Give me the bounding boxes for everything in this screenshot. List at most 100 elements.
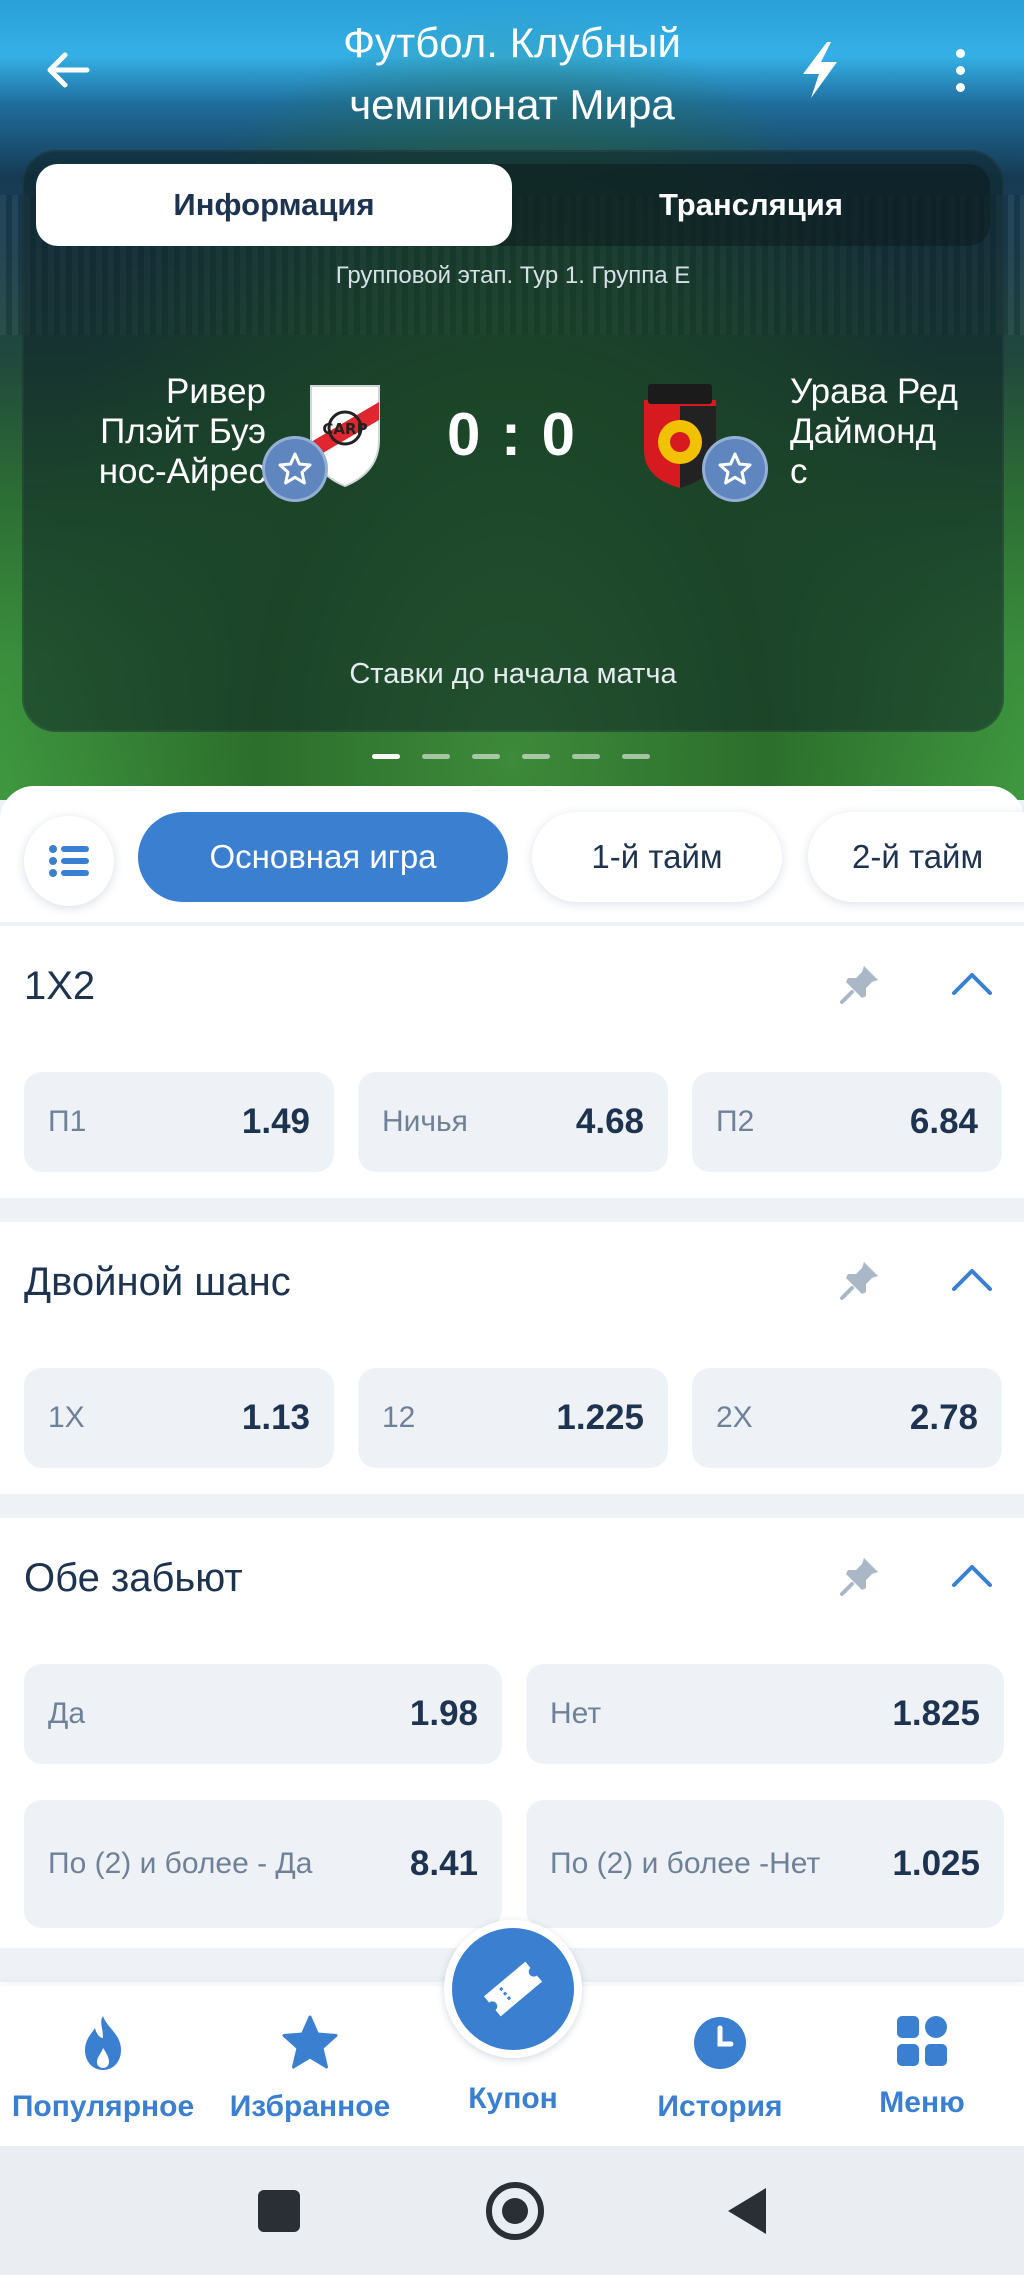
recent-apps-button[interactable] bbox=[258, 2190, 300, 2232]
pin-icon bbox=[840, 966, 878, 1004]
team-home-name-line: нос-Айрес bbox=[98, 452, 266, 491]
nav-coupon-label[interactable]: Купон bbox=[420, 2082, 606, 2116]
match-card: Информация Трансляция Групповой этап. Ту… bbox=[22, 150, 1004, 732]
chevron-up-icon bbox=[952, 1565, 992, 1587]
star-icon bbox=[282, 2015, 338, 2069]
odd-value: 1.825 bbox=[892, 1694, 980, 1733]
odd-value: 1.49 bbox=[241, 1102, 310, 1141]
favorite-away-button[interactable] bbox=[702, 436, 768, 502]
top-app-bar: Футбол. Клубный чемпионат Мира bbox=[0, 0, 1024, 140]
team-away-name: Урава Ред Даймонд с bbox=[790, 372, 1000, 492]
collapse-market-button[interactable] bbox=[944, 1548, 1000, 1604]
home-button[interactable] bbox=[486, 2182, 544, 2240]
home-dot-icon bbox=[502, 2198, 528, 2224]
market-title: Обе забьют bbox=[24, 1556, 243, 1600]
pager-dot[interactable] bbox=[622, 754, 650, 759]
ticket-icon bbox=[483, 1961, 543, 2017]
odd-button[interactable]: П2 6.84 bbox=[692, 1072, 1002, 1172]
market-double-chance: Двойной шанс 1X 1.13 12 1.225 2X 2.78 bbox=[0, 1222, 1024, 1494]
carousel-pager bbox=[372, 754, 650, 759]
pager-dot[interactable] bbox=[422, 754, 450, 759]
nav-menu-label: Меню bbox=[879, 2086, 965, 2119]
page-title-line-1: Футбол. Клубный bbox=[343, 19, 681, 66]
odd-label: Нет bbox=[550, 1697, 602, 1730]
match-header: Футбол. Клубный чемпионат Мира Информаци… bbox=[0, 0, 1024, 800]
chevron-up-icon bbox=[952, 973, 992, 995]
odd-label: П1 bbox=[48, 1105, 87, 1138]
star-icon bbox=[278, 452, 312, 485]
market-title: Двойной шанс bbox=[24, 1260, 291, 1304]
odd-label-line: Нет bbox=[769, 1847, 821, 1880]
more-options-button[interactable] bbox=[940, 40, 980, 100]
team-home-name: Ривер Плэйт Буэ нос-Айрес bbox=[46, 372, 266, 492]
odd-button[interactable]: 12 1.225 bbox=[358, 1368, 668, 1468]
market-filter-bar: Основная игра 1-й тайм 2-й тайм bbox=[0, 808, 1024, 912]
nav-menu[interactable]: Меню bbox=[820, 1986, 1024, 2146]
collapse-market-button[interactable] bbox=[944, 1252, 1000, 1308]
odd-label: Да bbox=[48, 1697, 86, 1730]
odd-button[interactable]: Да 1.98 bbox=[24, 1664, 502, 1764]
odd-label: По (2) и более - Да bbox=[48, 1847, 313, 1880]
filter-first-half[interactable]: 1-й тайм bbox=[532, 812, 782, 902]
nav-favorites[interactable]: Избранное bbox=[210, 1986, 410, 2146]
chevron-up-icon bbox=[952, 1269, 992, 1291]
odd-value: 1.025 bbox=[892, 1844, 980, 1883]
back-arrow-icon bbox=[47, 52, 90, 88]
grid-icon bbox=[897, 2016, 947, 2066]
match-status: Ставки до начала матча bbox=[349, 658, 677, 690]
tournament-stage: Групповой этап. Тур 1. Группа E bbox=[335, 262, 691, 289]
list-icon bbox=[49, 845, 89, 877]
odd-value: 1.98 bbox=[409, 1694, 478, 1733]
odd-button[interactable]: 1X 1.13 bbox=[24, 1368, 334, 1468]
pin-icon bbox=[840, 1558, 878, 1596]
odd-button[interactable]: 2X 2.78 bbox=[692, 1368, 1002, 1468]
pager-dot-active[interactable] bbox=[372, 754, 400, 759]
odd-label: П2 bbox=[716, 1105, 755, 1138]
filter-second-half[interactable]: 2-й тайм bbox=[808, 812, 1024, 902]
odd-button[interactable]: Ничья 4.68 bbox=[358, 1072, 668, 1172]
odd-label: 12 bbox=[382, 1401, 416, 1434]
pager-dot[interactable] bbox=[522, 754, 550, 759]
pin-market-button[interactable] bbox=[832, 1252, 888, 1308]
market-both-teams-score: Обе забьют Да 1.98 Нет 1.825 По (2) и бо… bbox=[0, 1518, 1024, 1948]
odd-button[interactable]: Нет 1.825 bbox=[526, 1664, 1004, 1764]
svg-text:CARP: CARP bbox=[322, 420, 367, 438]
team-away-name-line: Урава Ред bbox=[790, 372, 958, 411]
nav-coupon-button[interactable] bbox=[444, 1920, 582, 2058]
odd-value: 1.225 bbox=[556, 1398, 644, 1437]
market-title: 1X2 bbox=[24, 964, 96, 1008]
pin-market-button[interactable] bbox=[832, 956, 888, 1012]
team-away-name-line: Даймонд bbox=[790, 412, 936, 451]
collapse-market-button[interactable] bbox=[944, 956, 1000, 1012]
odd-button[interactable]: П1 1.49 bbox=[24, 1072, 334, 1172]
pin-icon bbox=[840, 1262, 878, 1300]
odd-value: 8.41 bbox=[409, 1844, 478, 1883]
pin-market-button[interactable] bbox=[832, 1548, 888, 1604]
flame-icon bbox=[85, 2016, 121, 2070]
team-away-name-line: с bbox=[790, 452, 808, 491]
team-home-name-line: Ривер bbox=[165, 372, 266, 411]
system-back-button[interactable] bbox=[728, 2188, 766, 2234]
info-tabs: Информация Трансляция bbox=[36, 164, 990, 246]
tab-information[interactable]: Информация bbox=[36, 164, 512, 246]
page-title-line-2: чемпионат Мира bbox=[349, 81, 675, 128]
lightning-icon bbox=[803, 42, 837, 98]
odd-label-line: По (2) и более - bbox=[550, 1847, 770, 1880]
page-title: Футбол. Клубный чемпионат Мира bbox=[200, 12, 824, 136]
clock-icon bbox=[694, 2017, 746, 2069]
nav-popular[interactable]: Популярное bbox=[0, 1986, 206, 2146]
nav-history[interactable]: История bbox=[620, 1986, 820, 2146]
filter-main-game[interactable]: Основная игра bbox=[138, 812, 508, 902]
live-button[interactable] bbox=[790, 38, 850, 102]
tab-broadcast[interactable]: Трансляция bbox=[512, 164, 990, 246]
nav-history-label: История bbox=[657, 2090, 783, 2123]
nav-popular-label: Популярное bbox=[11, 2090, 195, 2123]
odd-button[interactable]: По (2) и более - Да 8.41 bbox=[24, 1800, 502, 1928]
market-list-button[interactable] bbox=[24, 816, 114, 906]
odd-button[interactable]: По (2) и более - Нет 1.025 bbox=[526, 1800, 1004, 1928]
favorite-home-button[interactable] bbox=[262, 436, 328, 502]
pager-dot[interactable] bbox=[472, 754, 500, 759]
pager-dot[interactable] bbox=[572, 754, 600, 759]
back-button[interactable] bbox=[38, 40, 98, 100]
system-navigation-bar bbox=[0, 2146, 1024, 2275]
